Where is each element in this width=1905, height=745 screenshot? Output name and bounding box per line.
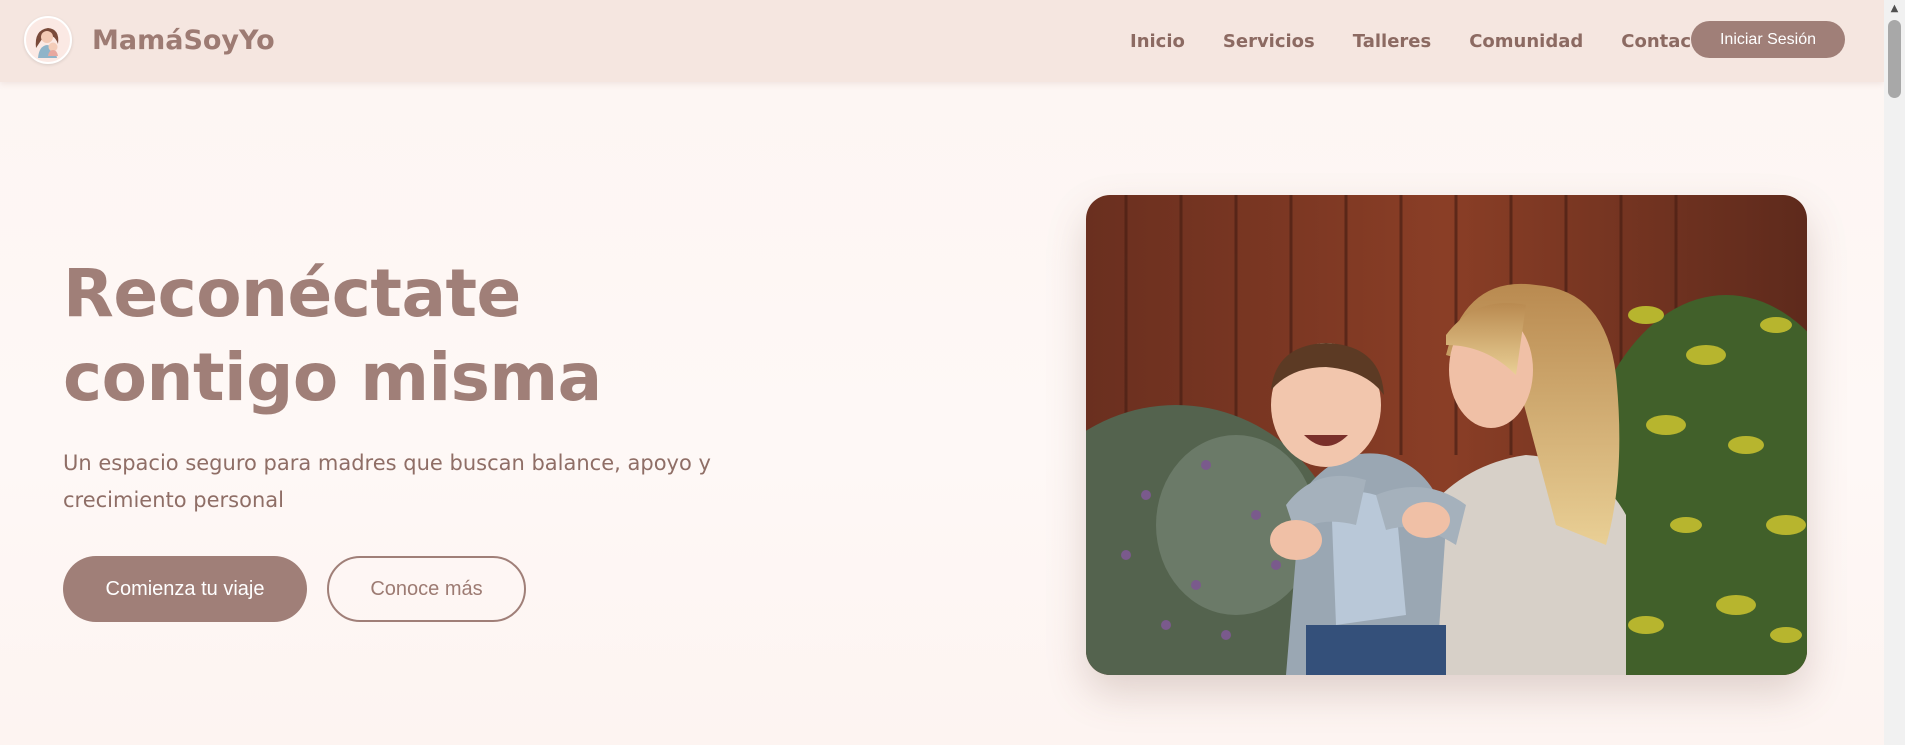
brand[interactable]: MamáSoyYo: [24, 16, 275, 64]
login-button[interactable]: Iniciar Sesión: [1691, 21, 1845, 58]
hero-title: Reconéctate contigo misma: [63, 255, 602, 416]
mother-and-child-photo: [1086, 195, 1807, 675]
nav-link-servicios[interactable]: Servicios: [1223, 31, 1315, 52]
hero-image: [1086, 195, 1807, 675]
page: MamáSoyYo Inicio Servicios Talleres Comu…: [0, 0, 1884, 745]
scroll-up-arrow-icon[interactable]: ▲: [1884, 0, 1905, 17]
scroll-thumb[interactable]: [1888, 20, 1901, 98]
vertical-scrollbar[interactable]: ▲: [1884, 0, 1905, 745]
start-journey-button[interactable]: Comienza tu viaje: [63, 556, 307, 622]
nav-link-comunidad[interactable]: Comunidad: [1469, 31, 1583, 52]
learn-more-button[interactable]: Conoce más: [327, 556, 526, 622]
nav-link-talleres[interactable]: Talleres: [1353, 31, 1431, 52]
main-nav: Inicio Servicios Talleres Comunidad Cont…: [1130, 0, 1750, 82]
navbar: MamáSoyYo Inicio Servicios Talleres Comu…: [0, 0, 1884, 82]
nav-link-inicio[interactable]: Inicio: [1130, 31, 1185, 52]
mother-child-logo-icon: [24, 16, 72, 64]
hero-subtitle: Un espacio seguro para madres que buscan…: [63, 451, 711, 512]
brand-name: MamáSoyYo: [92, 24, 275, 56]
